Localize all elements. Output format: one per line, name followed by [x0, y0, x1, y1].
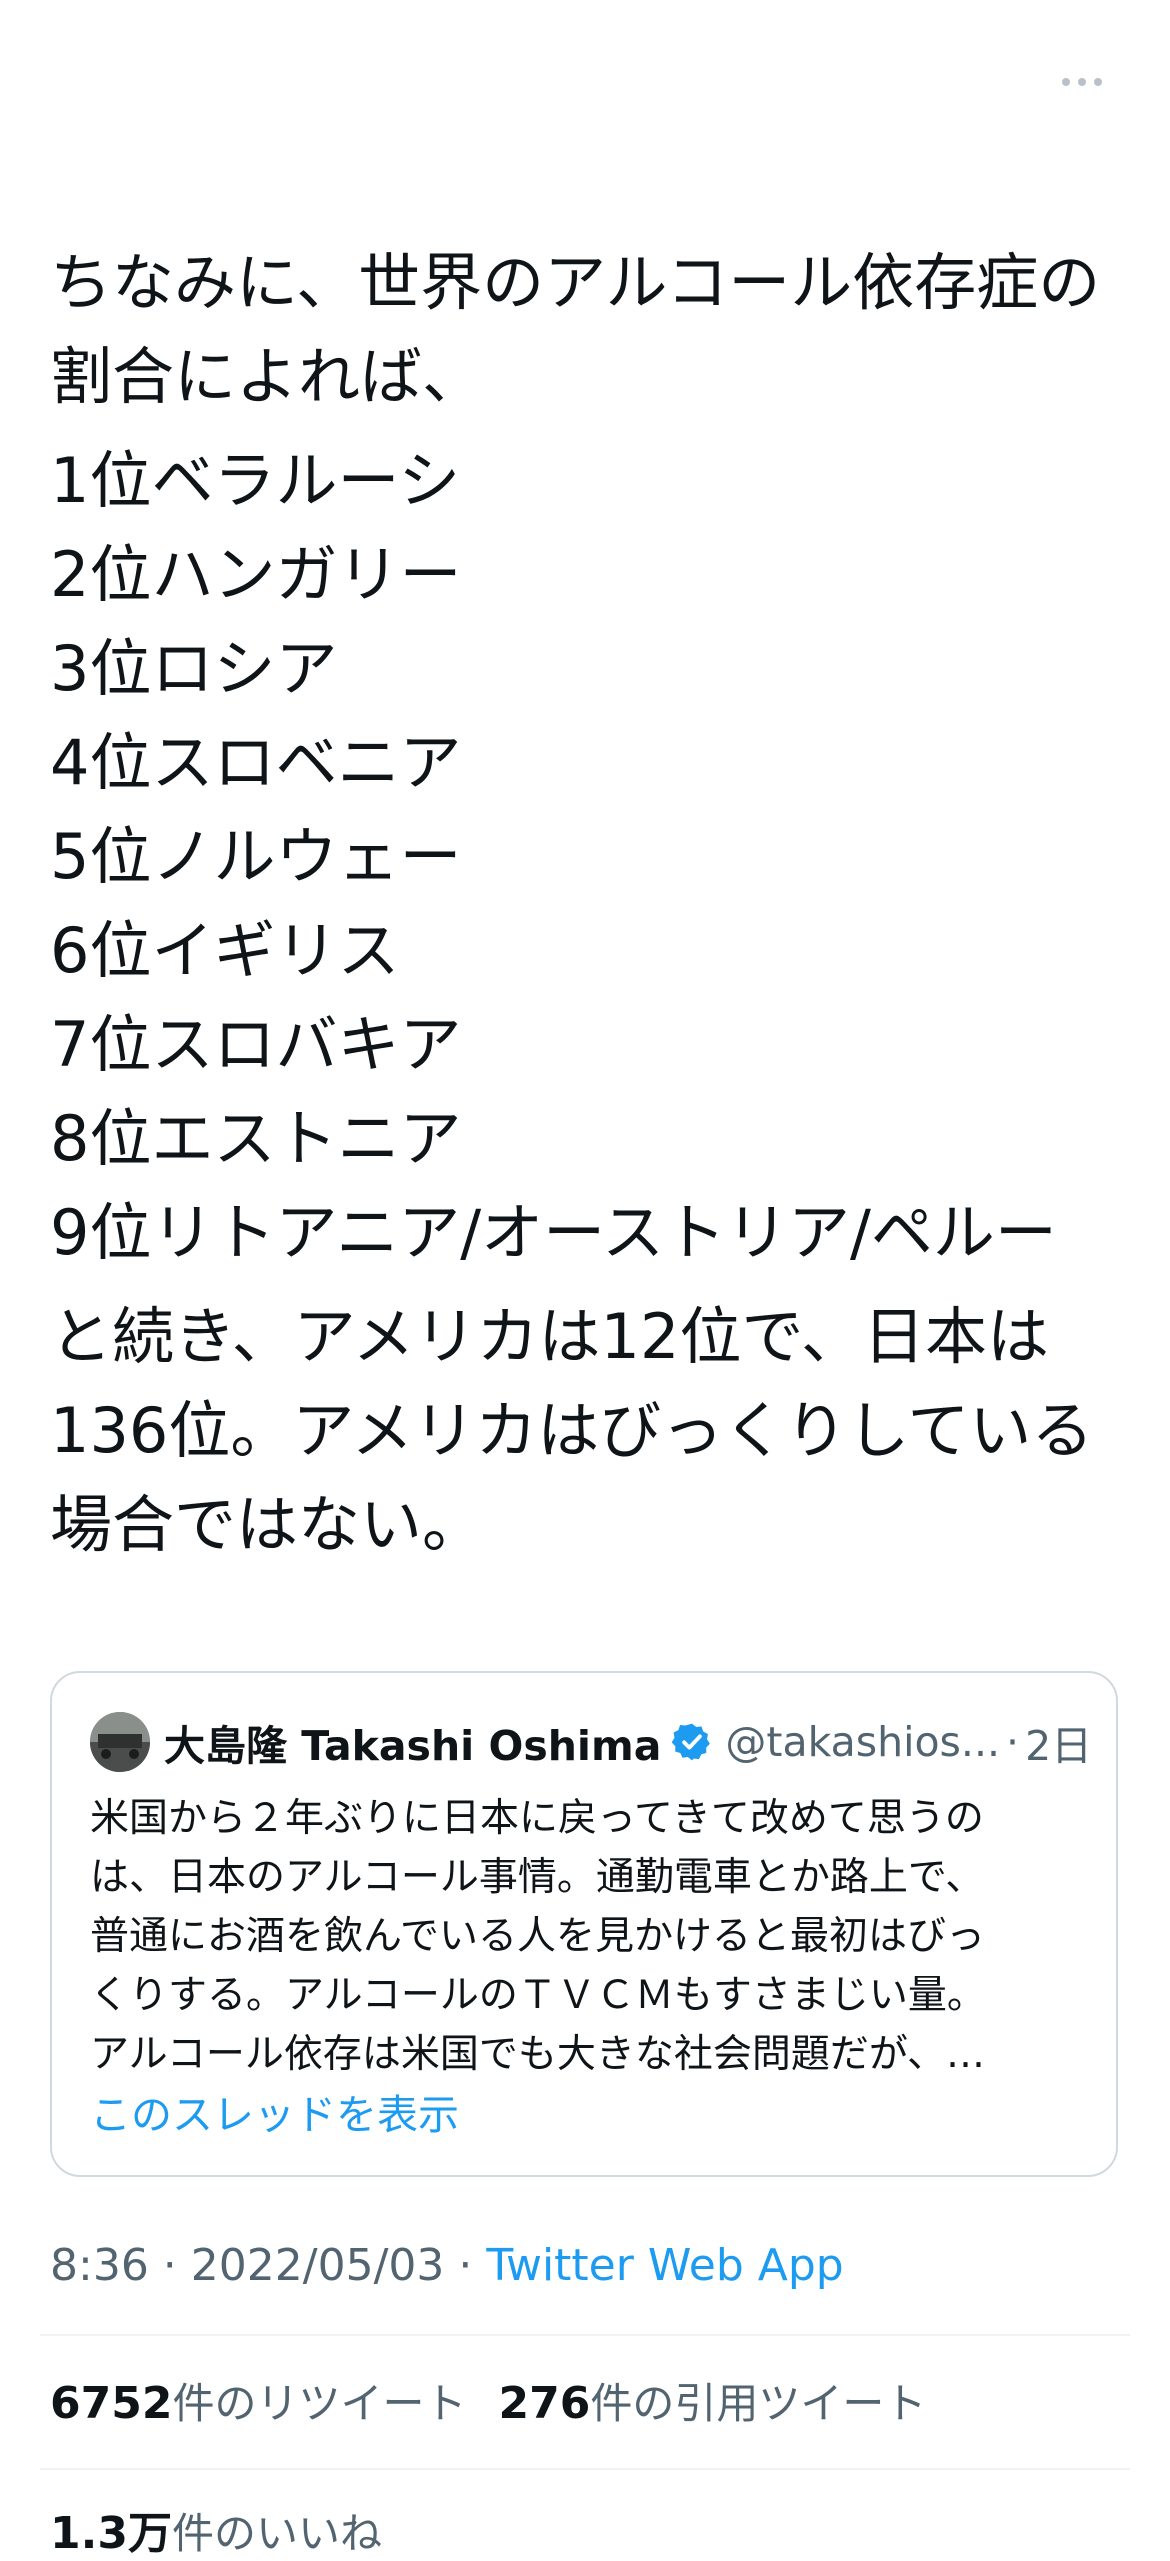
rank-list: 1位ベラルーシ 2位ハンガリー 3位ロシア 4位スロベニア 5位ノルウェー 6位… [50, 434, 1130, 1280]
show-thread-link[interactable]: このスレッドを表示 [90, 2081, 459, 2141]
rank-item: 3位ロシア [50, 632, 338, 705]
tweet-date[interactable]: 2022/05/03 [191, 2240, 445, 2291]
quoted-author-handle[interactable]: @takashios... [725, 1718, 1000, 1766]
likes-count: 1.3万 [50, 2508, 172, 2559]
quoted-tweet-line: 米国から２年ぶりに日本に戻ってきて改めて思うの [90, 1796, 984, 1841]
quoted-tweet-body: 米国から２年ぶりに日本に戻ってきて改めて思うの は、日本のアルコール事情。通勤電… [90, 1789, 1080, 2084]
rank-item: 9位リトアニア/オーストリア/ペルー [50, 1196, 1057, 1269]
tweet-time[interactable]: 8:36 [50, 2240, 149, 2291]
header-separator: · [1006, 1718, 1020, 1766]
quoted-tweet-card[interactable]: 大島隆 Takashi Oshima @takashios... · 2日 米国… [50, 1671, 1118, 2177]
quoted-tweet-line: 普通にお酒を飲んでいる人を見かけると最初はびっ [90, 1914, 986, 1959]
quote-tweets-count: 276 [498, 2378, 591, 2429]
tweet-outro-line: 136位。アメリカはびっくりしている [50, 1394, 1094, 1467]
meta-separator: · [444, 2240, 487, 2291]
more-horizontal-icon [1062, 78, 1070, 86]
rank-item: 6位イギリス [50, 914, 400, 987]
verified-badge-icon [672, 1723, 711, 1761]
rank-item: 2位ハンガリー [50, 538, 462, 611]
likes-stat[interactable]: 1.3万件のいいね [50, 2497, 382, 2561]
quoted-tweet-header: 大島隆 Takashi Oshima @takashios... · 2日 [90, 1709, 1092, 1775]
retweets-label: 件のリツイート [172, 2379, 467, 2428]
quoted-author-name[interactable]: 大島隆 Takashi Oshima [164, 1712, 661, 1772]
retweets-stat[interactable]: 6752件のリツイート [50, 2370, 466, 2431]
quoted-tweet-line: アルコール依存は米国でも大きな社会問題だが、… [90, 2032, 986, 2077]
tweet-metadata: 8:36 · 2022/05/03 · Twitter Web App [50, 2240, 844, 2291]
rank-item: 7位スロバキア [50, 1008, 462, 1081]
tweet-outro: と続き、アメリカは12位で、日本は 136位。アメリカはびっくりしている 場合で… [50, 1290, 1130, 1572]
likes-label: 件のいいね [171, 2509, 382, 2558]
engagement-stats: 6752件のリツイート 276件の引用ツイート [50, 2370, 926, 2431]
tweet-intro: ちなみに、世界のアルコール依存症の 割合によれば、 [50, 236, 1130, 424]
tweet-outro-line: 場合ではない。 [50, 1488, 485, 1561]
rank-item: 1位ベラルーシ [50, 444, 461, 517]
source-app-link[interactable]: Twitter Web App [486, 2240, 843, 2291]
avatar[interactable] [90, 1712, 150, 1772]
retweets-count: 6752 [50, 2378, 173, 2429]
quoted-tweet-line: くりする。アルコールのＴＶＣＭもすさまじい量。 [90, 1973, 986, 2018]
rank-item: 4位スロベニア [50, 726, 462, 799]
quote-tweets-stat[interactable]: 276件の引用ツイート [498, 2370, 926, 2431]
quoted-tweet-line: は、日本のアルコール事情。通勤電車とか路上で、 [90, 1855, 985, 1900]
tweet-text: ちなみに、世界のアルコール依存症の 割合によれば、 1位ベラルーシ 2位ハンガリ… [50, 236, 1130, 1572]
rank-item: 8位エストニア [50, 1102, 462, 1175]
meta-separator: · [148, 2240, 191, 2291]
tweet-outro-line: と続き、アメリカは12位で、日本は [50, 1300, 1049, 1373]
quote-tweets-label: 件の引用ツイート [590, 2379, 927, 2428]
more-options-button[interactable] [1052, 62, 1112, 102]
rank-item: 5位ノルウェー [50, 820, 462, 893]
divider [40, 2334, 1130, 2336]
tweet-intro-line: 割合によれば、 [50, 340, 485, 413]
quoted-tweet-time[interactable]: 2日 [1025, 1712, 1092, 1772]
tweet-intro-line: ちなみに、世界のアルコール依存症の [50, 246, 1101, 319]
divider [40, 2468, 1130, 2470]
